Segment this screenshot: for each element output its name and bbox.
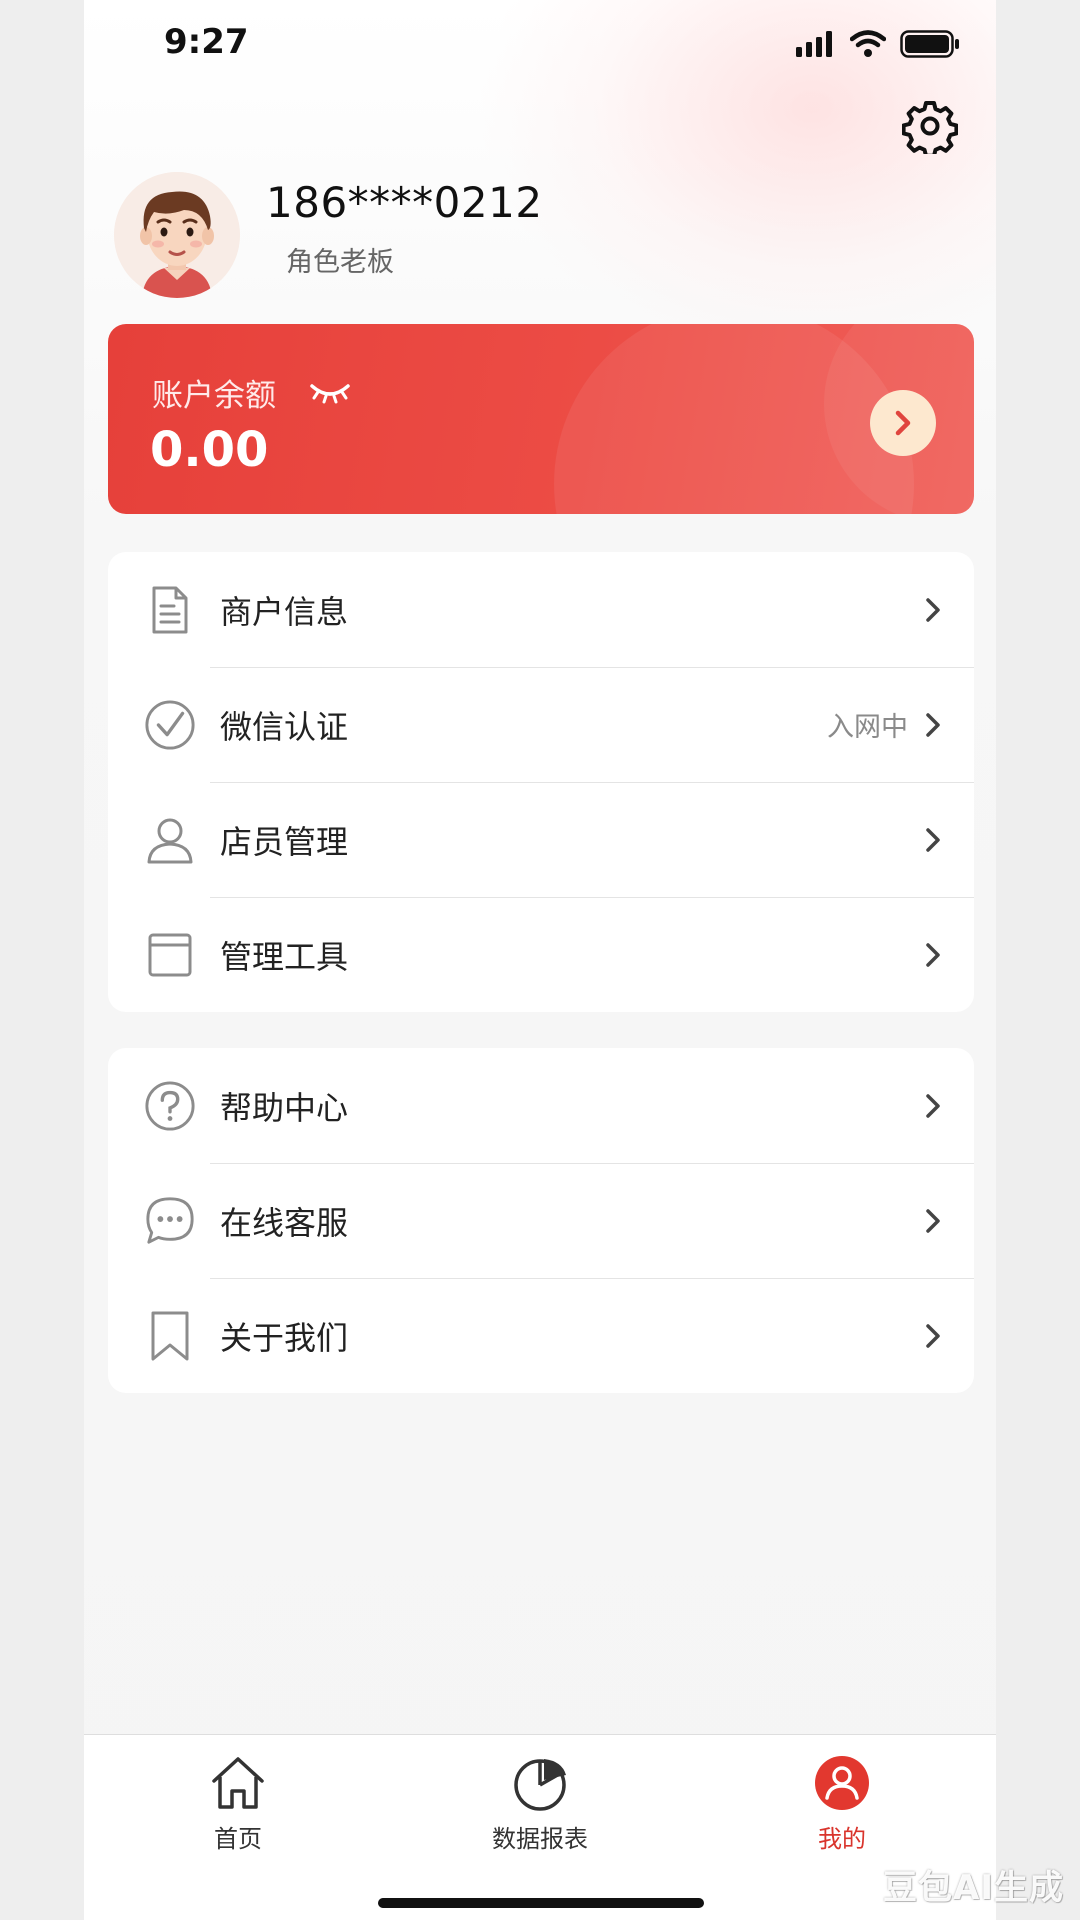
- menu-item-online-service[interactable]: 在线客服: [108, 1163, 974, 1278]
- chevron-right-icon: [895, 410, 911, 436]
- window-icon: [144, 929, 196, 981]
- check-circle-icon: [144, 699, 196, 751]
- tab-home[interactable]: 首页: [148, 1753, 328, 1854]
- pie-chart-icon: [514, 1759, 566, 1811]
- tab-label: 数据报表: [492, 1825, 588, 1853]
- balance-label: 账户余额: [152, 378, 276, 414]
- avatar-illustration: [114, 172, 240, 298]
- menu-item-note: 入网中: [827, 712, 908, 743]
- phone-screen: 9:27 186****0212 角色老板 账户余额 0.00 商户信息 微信认…: [84, 0, 996, 1920]
- user-icon: [144, 814, 196, 866]
- chevron-right-icon: [926, 1208, 940, 1233]
- tab-bar: 首页 数据报表 我的: [84, 1734, 996, 1920]
- chevron-right-icon: [926, 827, 940, 852]
- tab-mine[interactable]: 我的: [752, 1753, 932, 1854]
- balance-detail-button[interactable]: [870, 390, 936, 456]
- menu-item-label: 关于我们: [220, 1318, 349, 1357]
- balance-card[interactable]: 账户余额 0.00: [108, 324, 974, 514]
- home-icon: [212, 1757, 264, 1809]
- chevron-right-icon: [926, 942, 940, 967]
- home-indicator[interactable]: [378, 1898, 704, 1908]
- menu-item-about-us[interactable]: 关于我们: [108, 1278, 974, 1393]
- profile-icon: [815, 1756, 869, 1810]
- tab-data-report[interactable]: 数据报表: [450, 1753, 630, 1854]
- menu-item-label: 在线客服: [220, 1203, 349, 1242]
- menu-item-label: 管理工具: [220, 937, 349, 976]
- menu-item-staff-management[interactable]: 店员管理: [108, 782, 974, 897]
- menu-item-label: 帮助中心: [220, 1088, 349, 1127]
- chevron-right-icon: [926, 712, 940, 737]
- menu-item-merchant-info[interactable]: 商户信息: [108, 552, 974, 667]
- menu-item-label: 微信认证: [220, 707, 349, 746]
- avatar[interactable]: [114, 172, 240, 298]
- account-phone: 186****0212: [266, 178, 543, 227]
- settings-button[interactable]: [901, 98, 959, 158]
- watermark: 豆包AI生成: [883, 1868, 1064, 1908]
- tab-label: 首页: [214, 1825, 262, 1853]
- menu-card-support: 帮助中心 在线客服 关于我们: [108, 1048, 974, 1393]
- chat-bubble-icon: [144, 1195, 196, 1247]
- account-role: 角色老板: [286, 247, 394, 278]
- menu-item-management-tools[interactable]: 管理工具: [108, 897, 974, 1012]
- chevron-right-icon: [926, 597, 940, 622]
- eye-closed-icon[interactable]: [308, 380, 352, 406]
- chevron-right-icon: [926, 1093, 940, 1118]
- menu-item-help-center[interactable]: 帮助中心: [108, 1048, 974, 1163]
- menu-item-wechat-auth[interactable]: 微信认证 入网中: [108, 667, 974, 782]
- menu-item-label: 店员管理: [220, 822, 349, 861]
- menu-item-label: 商户信息: [220, 592, 349, 631]
- gear-icon: [901, 101, 959, 158]
- balance-value: 0.00: [150, 422, 269, 478]
- bookmark-icon: [144, 1310, 196, 1362]
- help-circle-icon: [144, 1080, 196, 1132]
- status-time: 9:27: [164, 22, 249, 62]
- signal-icon: [796, 31, 832, 57]
- status-icons: [796, 30, 960, 58]
- tab-label: 我的: [818, 1825, 866, 1853]
- document-icon: [144, 584, 196, 636]
- battery-icon: [900, 30, 959, 58]
- menu-card-account: 商户信息 微信认证 入网中 店员管理 管理工具: [108, 552, 974, 1012]
- wifi-icon: [850, 30, 886, 57]
- chevron-right-icon: [926, 1323, 940, 1348]
